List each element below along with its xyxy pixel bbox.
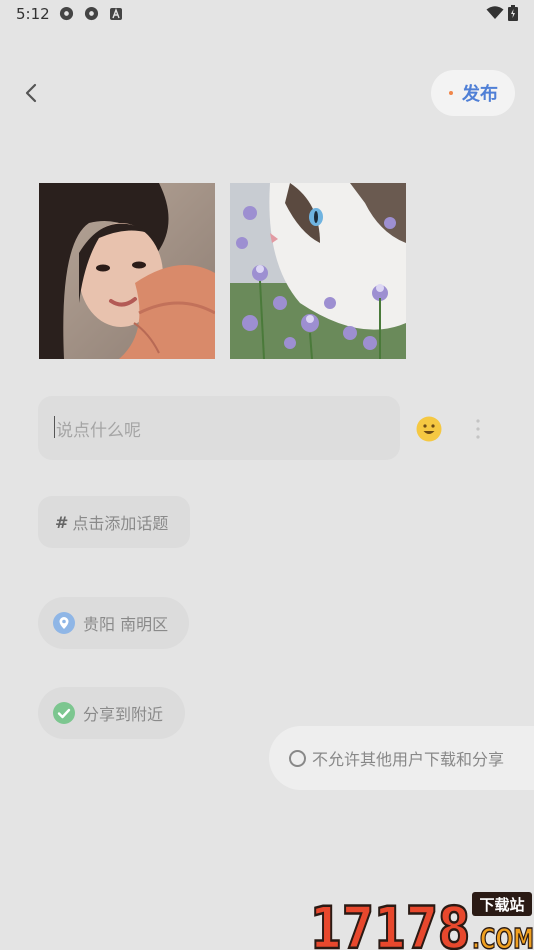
status-bar: 5:12: [0, 0, 534, 28]
emoji-icon[interactable]: [416, 416, 442, 442]
publish-dot-icon: [449, 91, 453, 95]
location-pin-icon: [53, 612, 75, 634]
add-topic-label: 点击添加话题: [72, 514, 169, 533]
disallow-download-option[interactable]: 不允许其他用户下载和分享: [269, 726, 534, 790]
check-circle-icon: [53, 702, 75, 724]
battery-icon: [508, 5, 518, 21]
wifi-icon: [486, 6, 504, 19]
share-nearby-toggle[interactable]: 分享到附近: [38, 687, 185, 739]
portrait-photo[interactable]: [39, 183, 215, 359]
share-nearby-label: 分享到附近: [83, 705, 164, 724]
keyboard-notification-icon: [110, 8, 122, 20]
svg-text:17178: 17178: [310, 894, 470, 950]
radio-unchecked-icon: [289, 749, 306, 767]
site-watermark-logo: 17178 下载站 .COM: [310, 892, 534, 950]
disallow-download-label: 不允许其他用户下载和分享: [312, 750, 505, 769]
svg-text:.COM: .COM: [472, 922, 534, 950]
app-notification-icon: [59, 6, 74, 21]
app-notification-icon: [84, 6, 99, 21]
location-button[interactable]: 贵阳 南明区: [38, 597, 189, 649]
add-topic-button[interactable]: # 点击添加话题: [38, 496, 190, 548]
status-time: 5:12: [16, 5, 50, 23]
more-options-icon[interactable]: [468, 416, 488, 442]
publish-label: 发布: [462, 84, 498, 105]
svg-text:下载站: 下载站: [479, 896, 524, 914]
post-text-placeholder: 说点什么呢: [56, 421, 141, 441]
text-caret: [54, 416, 55, 438]
hashtag-icon: #: [55, 512, 69, 532]
cat-photo[interactable]: [230, 183, 406, 359]
back-icon[interactable]: [18, 80, 44, 106]
post-text-input[interactable]: 说点什么呢: [38, 396, 400, 460]
location-label: 贵阳 南明区: [83, 615, 169, 634]
publish-button[interactable]: 发布: [431, 70, 515, 116]
